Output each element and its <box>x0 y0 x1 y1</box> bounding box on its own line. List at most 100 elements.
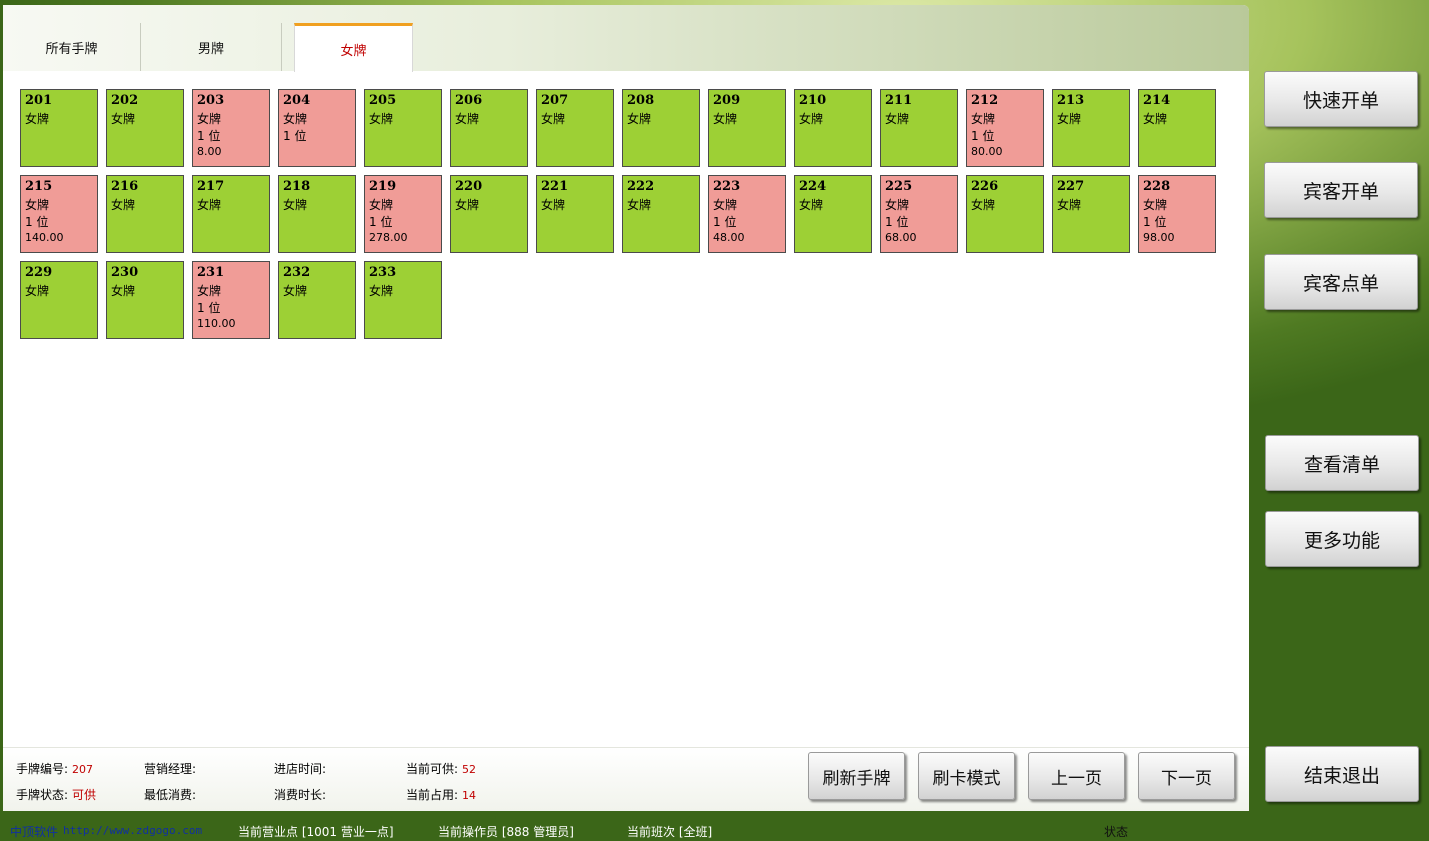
tag-tile-233[interactable]: 233 女牌 <box>364 261 442 339</box>
tag-tile-type: 女牌 <box>283 284 308 298</box>
tag-tile-228[interactable]: 228 女牌 1 位 98.00 <box>1138 175 1216 253</box>
tag-tile-206[interactable]: 206 女牌 <box>450 89 528 167</box>
tag-tile-213[interactable]: 213 女牌 <box>1052 89 1130 167</box>
website-link[interactable]: http://www.zdgogo.com <box>63 824 202 837</box>
available-value: 52 <box>462 763 477 776</box>
tag-tile-number: 202 <box>111 93 139 108</box>
prev-page-button[interactable]: 上一页 <box>1028 752 1125 800</box>
more-functions-button[interactable]: 更多功能 <box>1265 511 1419 567</box>
tag-tile-number: 230 <box>111 265 139 280</box>
tag-tile-number: 206 <box>455 93 483 108</box>
tag-tile-211[interactable]: 211 女牌 <box>880 89 958 167</box>
tag-tile-218[interactable]: 218 女牌 <box>278 175 356 253</box>
tag-tile-type: 女牌 <box>283 198 308 212</box>
guest-order-button[interactable]: 宾客点单 <box>1264 254 1418 310</box>
tag-tile-219[interactable]: 219 女牌 1 位 278.00 <box>364 175 442 253</box>
tag-tile-type: 女牌 <box>455 112 480 126</box>
tag-tile-type: 女牌 <box>197 284 222 298</box>
tag-tile-number: 201 <box>25 93 53 108</box>
guest-open-button[interactable]: 宾客开单 <box>1264 162 1418 218</box>
tag-tile-201[interactable]: 201 女牌 <box>20 89 98 167</box>
next-page-button[interactable]: 下一页 <box>1138 752 1235 800</box>
refresh-tags-button[interactable]: 刷新手牌 <box>808 752 905 800</box>
tag-tile-number: 214 <box>1143 93 1171 108</box>
tag-tile-208[interactable]: 208 女牌 <box>622 89 700 167</box>
exit-button[interactable]: 结束退出 <box>1265 746 1419 802</box>
tag-tile-215[interactable]: 215 女牌 1 位 140.00 <box>20 175 98 253</box>
brand-name: 中顶软件 <box>10 825 59 839</box>
tag-tile-number: 223 <box>713 179 741 194</box>
tag-tile-type: 女牌 <box>627 198 652 212</box>
tag-tile-222[interactable]: 222 女牌 <box>622 175 700 253</box>
tag-tile-guests: 1 位 <box>713 215 737 229</box>
shift-status: 当前班次 [全班] <box>627 825 713 839</box>
view-list-button[interactable]: 查看清单 <box>1265 435 1419 491</box>
tag-tile-type: 女牌 <box>197 198 222 212</box>
tag-tile-type: 女牌 <box>713 198 738 212</box>
tag-tile-type: 女牌 <box>1057 198 1082 212</box>
tag-tile-number: 227 <box>1057 179 1085 194</box>
tab-bar: 所有手牌 男牌 女牌 <box>3 5 1249 72</box>
tag-tile-type: 女牌 <box>283 112 308 126</box>
card-mode-button[interactable]: 刷卡模式 <box>918 752 1015 800</box>
tag-tile-225[interactable]: 225 女牌 1 位 68.00 <box>880 175 958 253</box>
tag-status-value: 可供 <box>72 788 97 802</box>
tag-tile-number: 222 <box>627 179 655 194</box>
checkin-label: 进店时间: <box>274 762 327 776</box>
occupied-value: 14 <box>462 789 477 802</box>
tag-tile-type: 女牌 <box>111 198 136 212</box>
occupied-field: 当前占用: 14 <box>406 786 476 803</box>
tag-tile-207[interactable]: 207 女牌 <box>536 89 614 167</box>
tag-tile-number: 205 <box>369 93 397 108</box>
tag-tile-type: 女牌 <box>369 112 394 126</box>
tag-tile-type: 女牌 <box>1057 112 1082 126</box>
tag-number-field: 手牌编号: 207 <box>16 760 93 777</box>
tag-tile-224[interactable]: 224 女牌 <box>794 175 872 253</box>
tag-tile-204[interactable]: 204 女牌 1 位 <box>278 89 356 167</box>
tag-tile-number: 211 <box>885 93 913 108</box>
tag-tile-number: 210 <box>799 93 827 108</box>
tag-tile-amount: 80.00 <box>971 145 1003 158</box>
tag-tile-type: 女牌 <box>541 198 566 212</box>
tag-tile-guests: 1 位 <box>197 129 221 143</box>
tag-tile-226[interactable]: 226 女牌 <box>966 175 1044 253</box>
tag-tile-203[interactable]: 203 女牌 1 位 8.00 <box>192 89 270 167</box>
tag-tile-guests: 1 位 <box>885 215 909 229</box>
tag-tile-guests: 1 位 <box>369 215 393 229</box>
tag-tile-231[interactable]: 231 女牌 1 位 110.00 <box>192 261 270 339</box>
tag-tile-amount: 110.00 <box>197 317 236 330</box>
tag-tile-214[interactable]: 214 女牌 <box>1138 89 1216 167</box>
tag-tile-229[interactable]: 229 女牌 <box>20 261 98 339</box>
tag-tile-guests: 1 位 <box>283 129 307 143</box>
tag-tile-221[interactable]: 221 女牌 <box>536 175 614 253</box>
tag-tile-220[interactable]: 220 女牌 <box>450 175 528 253</box>
tag-tile-type: 女牌 <box>1143 112 1168 126</box>
tag-tile-type: 女牌 <box>885 112 910 126</box>
tag-tile-number: 219 <box>369 179 397 194</box>
tag-tile-223[interactable]: 223 女牌 1 位 48.00 <box>708 175 786 253</box>
tag-tile-guests: 1 位 <box>971 129 995 143</box>
tag-tile-216[interactable]: 216 女牌 <box>106 175 184 253</box>
tag-tile-202[interactable]: 202 女牌 <box>106 89 184 167</box>
tag-tile-232[interactable]: 232 女牌 <box>278 261 356 339</box>
tag-tile-number: 225 <box>885 179 913 194</box>
tag-tile-230[interactable]: 230 女牌 <box>106 261 184 339</box>
tag-tile-number: 207 <box>541 93 569 108</box>
tag-tile-212[interactable]: 212 女牌 1 位 80.00 <box>966 89 1044 167</box>
tag-tile-205[interactable]: 205 女牌 <box>364 89 442 167</box>
tab-male[interactable]: 男牌 <box>141 23 282 71</box>
min-spend-label: 最低消费: <box>144 788 197 802</box>
tag-tile-type: 女牌 <box>713 112 738 126</box>
tab-female[interactable]: 女牌 <box>294 23 413 72</box>
tag-tile-type: 女牌 <box>885 198 910 212</box>
tag-number-label: 手牌编号: <box>16 762 69 776</box>
tag-tile-217[interactable]: 217 女牌 <box>192 175 270 253</box>
quick-open-button[interactable]: 快速开单 <box>1264 71 1418 127</box>
tag-tile-209[interactable]: 209 女牌 <box>708 89 786 167</box>
tag-tile-210[interactable]: 210 女牌 <box>794 89 872 167</box>
tag-tile-number: 226 <box>971 179 999 194</box>
tag-tile-number: 233 <box>369 265 397 280</box>
tag-tile-227[interactable]: 227 女牌 <box>1052 175 1130 253</box>
occupied-label: 当前占用: <box>406 788 459 802</box>
tab-all[interactable]: 所有手牌 <box>3 23 141 71</box>
